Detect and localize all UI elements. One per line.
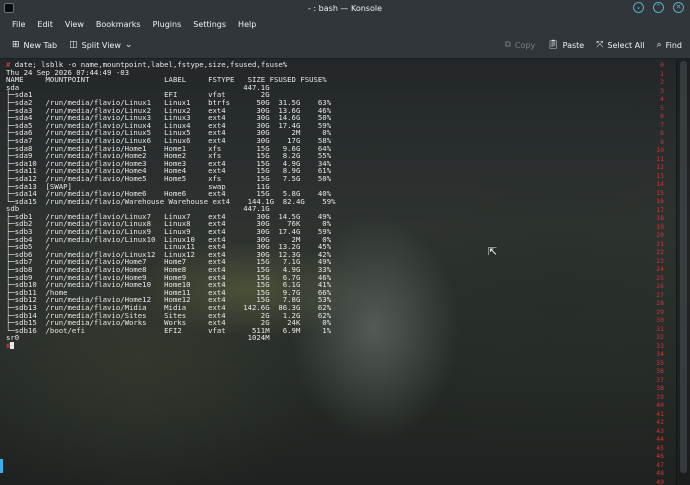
line-number: 37 bbox=[656, 375, 664, 384]
copy-icon: ⧉ bbox=[504, 40, 511, 50]
terminal-view[interactable]: # date; lsblk -o name,mountpoint,label,f… bbox=[0, 59, 690, 485]
line-number: 15 bbox=[656, 188, 664, 197]
paste-icon: 📋︎ bbox=[547, 40, 559, 50]
new-tab-icon: ⊞ bbox=[12, 40, 20, 50]
line-number: 28 bbox=[656, 299, 664, 307]
line-number: 10 bbox=[656, 146, 664, 154]
line-number: 30 bbox=[656, 316, 664, 324]
split-view-button[interactable]: ◫ Split View ⌄ bbox=[63, 36, 138, 56]
copy-button[interactable]: ⧉ Copy bbox=[498, 36, 541, 56]
terminal-scrollbar[interactable] bbox=[676, 59, 690, 485]
menu-file[interactable]: File bbox=[6, 20, 31, 29]
chevron-down-icon: ⌄ bbox=[124, 40, 133, 50]
new-tab-label: New Tab bbox=[23, 41, 58, 50]
line-number: 6 bbox=[660, 112, 664, 120]
menu-view[interactable]: View bbox=[59, 20, 90, 29]
line-number: 24 bbox=[656, 265, 664, 273]
window-titlebar: - : bash — Konsole ⌄ ⌃ ✕ bbox=[0, 0, 690, 16]
select-all-icon: ⤧ bbox=[596, 40, 604, 50]
close-icon[interactable]: ✕ bbox=[673, 2, 684, 13]
line-number: 7 bbox=[660, 120, 664, 129]
line-number: 44 bbox=[656, 435, 664, 443]
line-number: 1 bbox=[660, 69, 664, 78]
split-view-icon: ◫ bbox=[69, 40, 78, 50]
menu-settings[interactable]: Settings bbox=[187, 20, 232, 29]
line-number: 14 bbox=[656, 180, 664, 188]
window-controls: ⌄ ⌃ ✕ bbox=[633, 2, 684, 13]
line-number: 48 bbox=[656, 469, 664, 477]
line-number: 34 bbox=[656, 350, 664, 358]
line-number: 4 bbox=[660, 95, 664, 103]
line-number: 12 bbox=[656, 163, 664, 171]
line-number: 9 bbox=[660, 137, 664, 146]
line-number: 26 bbox=[656, 282, 664, 290]
line-number: 25 bbox=[656, 273, 664, 282]
menu-plugins[interactable]: Plugins bbox=[147, 20, 188, 29]
line-number: 31 bbox=[656, 324, 664, 333]
select-all-button[interactable]: ⤧ Select All bbox=[590, 36, 650, 56]
line-numbers: 0 1 2 3 4 5 6 7 8 9 10 11 12 13 14 15 16 17 18 19 20 21 22 23 24… bbox=[646, 61, 664, 485]
line-number: 35 bbox=[656, 358, 664, 367]
line-number: 46 bbox=[656, 452, 664, 460]
line-number: 21 bbox=[656, 239, 664, 248]
line-number: 40 bbox=[656, 401, 664, 409]
line-number: 19 bbox=[656, 222, 664, 231]
line-number: 41 bbox=[656, 409, 664, 418]
line-number: 2 bbox=[660, 78, 664, 86]
line-number: 18 bbox=[656, 214, 664, 222]
paste-button[interactable]: 📋︎ Paste bbox=[541, 36, 590, 56]
minimize-icon[interactable]: ⌄ bbox=[633, 2, 644, 13]
terminal-output[interactable]: # date; lsblk -o name,mountpoint,label,f… bbox=[6, 61, 335, 350]
line-number: 29 bbox=[656, 307, 664, 316]
line-number: 13 bbox=[656, 171, 664, 180]
scrollbar-thumb[interactable] bbox=[680, 61, 687, 473]
mouse-pointer-icon: ⇱ bbox=[488, 245, 498, 258]
line-number: 22 bbox=[656, 248, 664, 256]
window-title: - : bash — Konsole bbox=[308, 3, 382, 13]
line-number: 42 bbox=[656, 418, 664, 426]
line-number: 39 bbox=[656, 392, 664, 401]
line-number: 38 bbox=[656, 384, 664, 392]
terminal-app-icon bbox=[4, 3, 14, 13]
line-number: 16 bbox=[656, 197, 664, 205]
line-number: 43 bbox=[656, 426, 664, 435]
command-output: Thu 24 Sep 2026 07:44:49 -03 NAME MOUNTP… bbox=[6, 68, 335, 343]
line-number: 23 bbox=[656, 256, 664, 265]
line-number: 3 bbox=[660, 86, 664, 95]
maximize-icon[interactable]: ⌃ bbox=[653, 2, 664, 13]
text-cursor bbox=[10, 341, 15, 349]
find-label: Find bbox=[665, 41, 682, 50]
line-number: 49 bbox=[656, 477, 664, 485]
line-number: 27 bbox=[656, 290, 664, 299]
find-button[interactable]: ⌕ Find bbox=[651, 36, 688, 56]
line-number: 0 bbox=[660, 61, 664, 69]
line-number: 11 bbox=[656, 154, 664, 163]
main-toolbar: ⊞ New Tab ◫ Split View ⌄ ⧉ Copy 📋︎ Paste… bbox=[0, 33, 690, 59]
menu-help[interactable]: Help bbox=[232, 20, 262, 29]
line-number: 36 bbox=[656, 367, 664, 375]
menu-bar: File Edit View Bookmarks Plugins Setting… bbox=[0, 16, 690, 33]
line-number: 32 bbox=[656, 333, 664, 341]
activity-marker bbox=[0, 459, 3, 473]
menu-edit[interactable]: Edit bbox=[31, 20, 59, 29]
paste-label: Paste bbox=[562, 41, 585, 50]
menu-bookmarks[interactable]: Bookmarks bbox=[90, 20, 147, 29]
line-number: 20 bbox=[656, 231, 664, 239]
new-tab-button[interactable]: ⊞ New Tab bbox=[6, 36, 63, 56]
line-number: 5 bbox=[660, 103, 664, 112]
line-number: 33 bbox=[656, 341, 664, 350]
copy-label: Copy bbox=[514, 41, 536, 50]
split-view-label: Split View bbox=[81, 41, 121, 50]
line-number: 45 bbox=[656, 443, 664, 452]
output-line: sr0 1024M bbox=[6, 333, 270, 343]
line-number: 8 bbox=[660, 129, 664, 137]
search-icon: ⌕ bbox=[656, 40, 662, 50]
line-number: 47 bbox=[656, 460, 664, 469]
line-number: 17 bbox=[656, 205, 664, 214]
select-all-label: Select All bbox=[607, 41, 645, 50]
